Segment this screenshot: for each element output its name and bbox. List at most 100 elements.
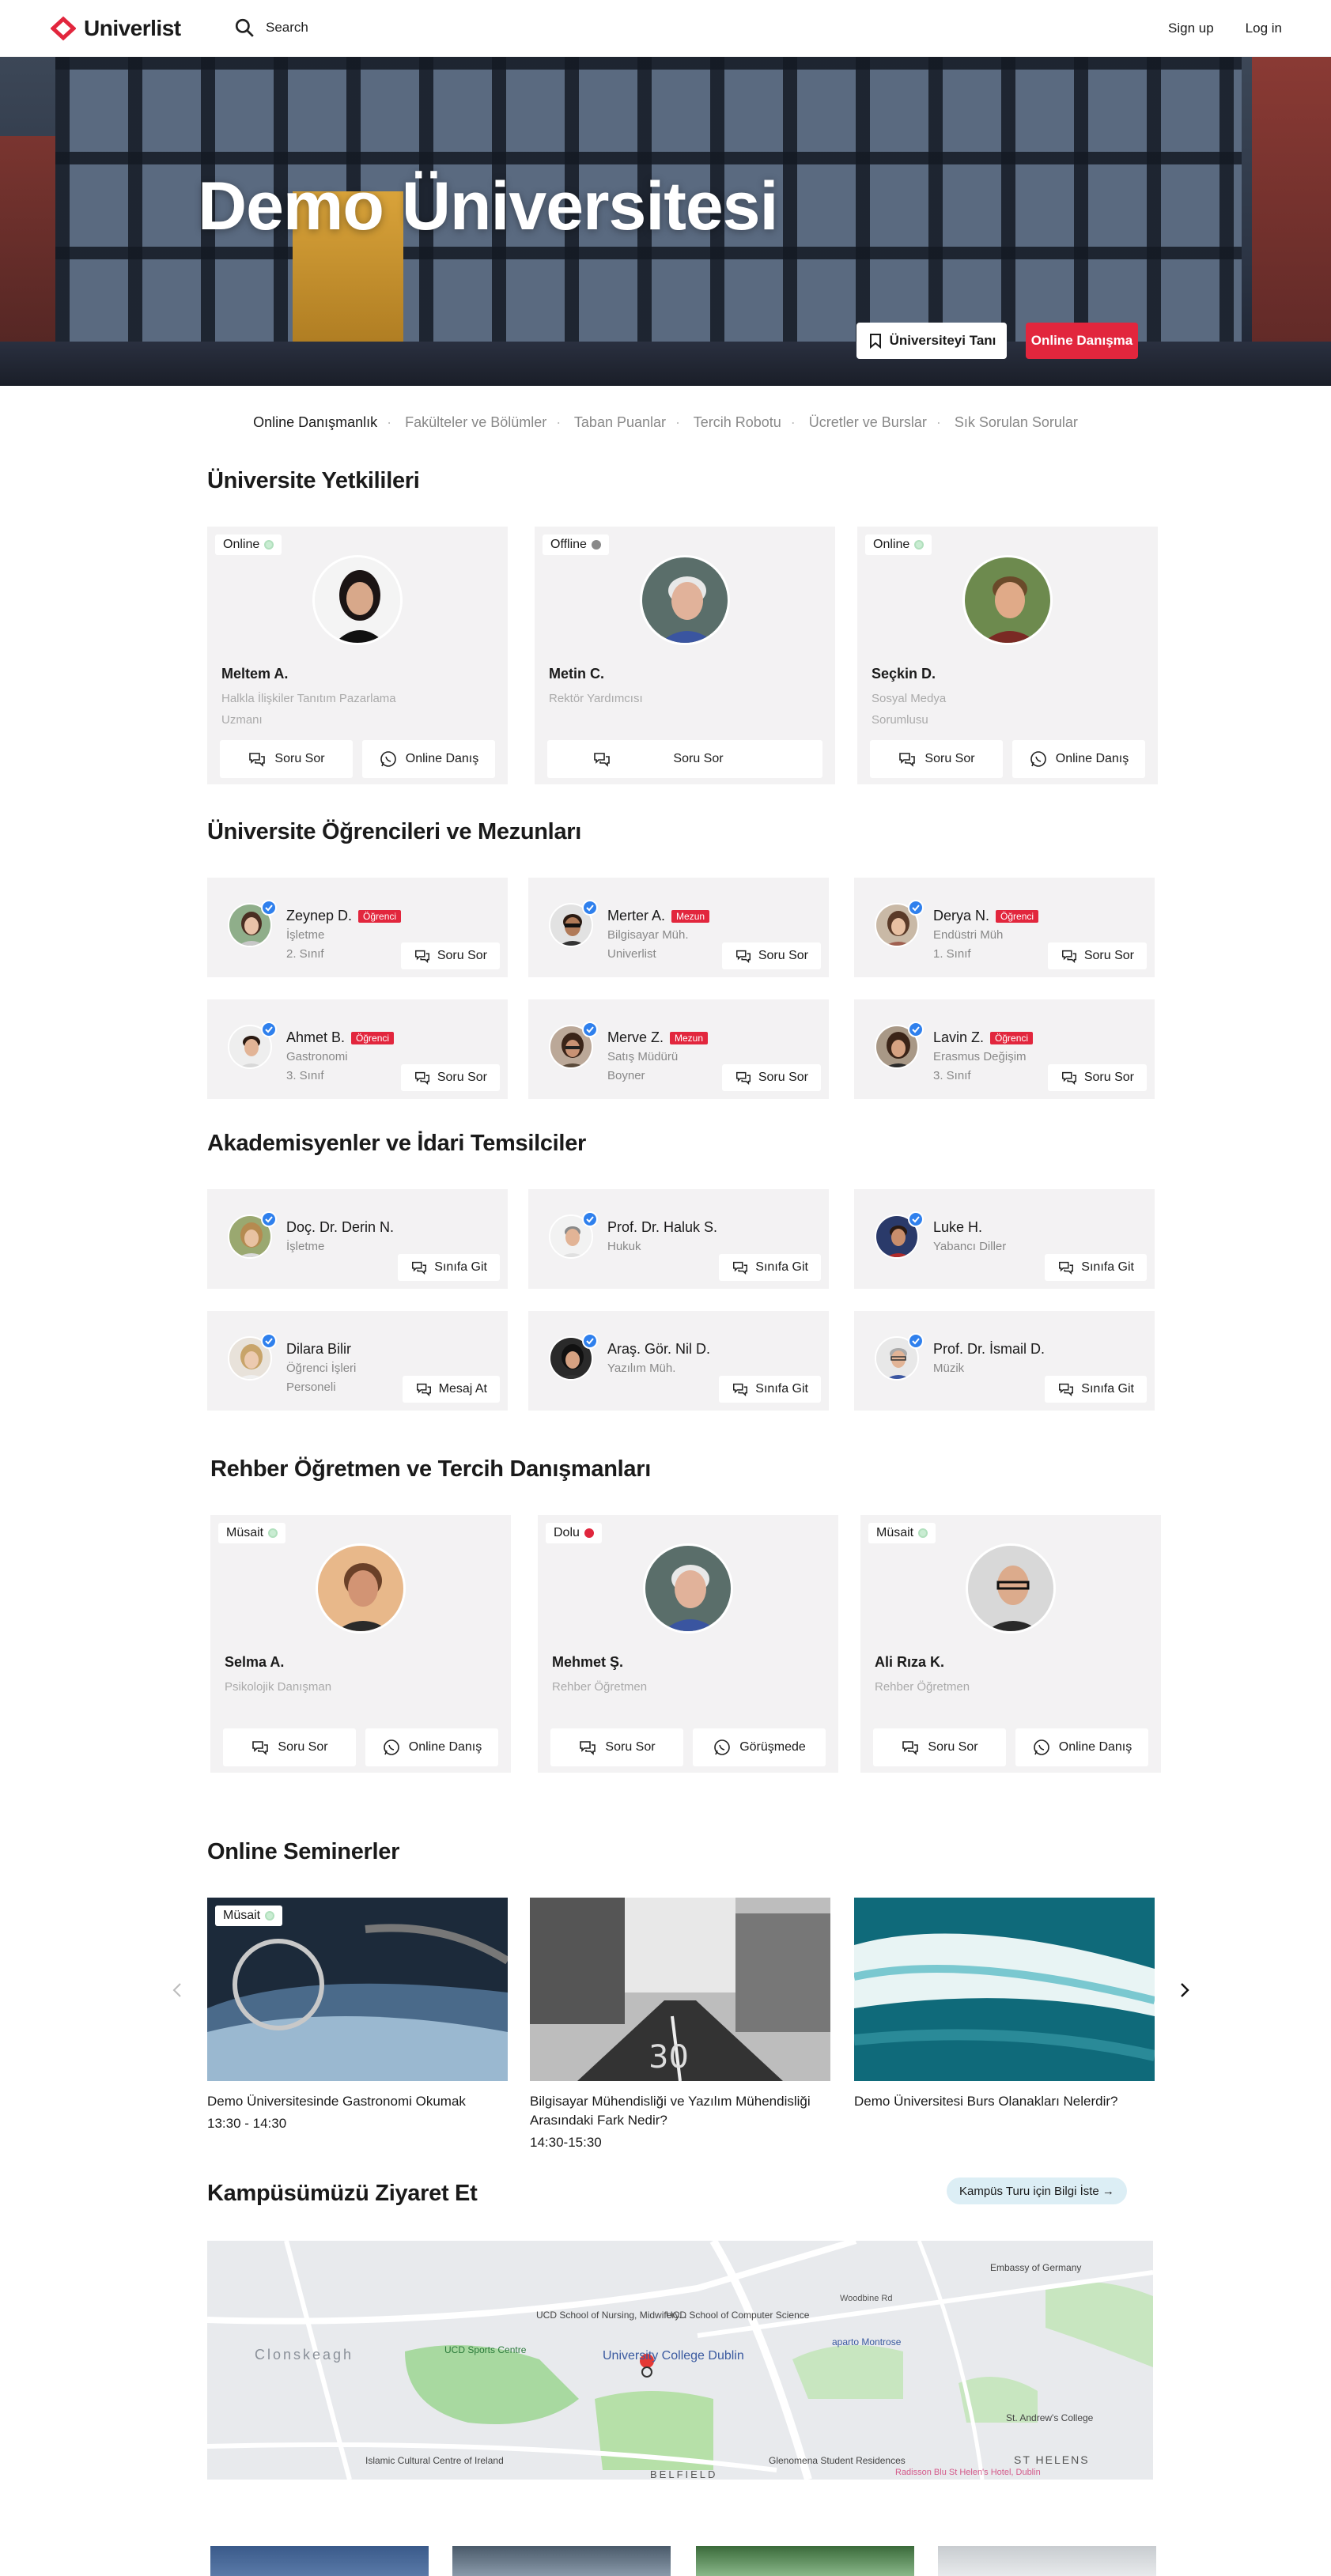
ask-question-button[interactable]: Soru Sor <box>721 1064 821 1091</box>
ask-question-button[interactable]: Soru Sor <box>223 1728 356 1766</box>
subnav-faq[interactable]: Sık Sorulan Sorular <box>955 414 1078 430</box>
seminar-title[interactable]: Bilgisayar Mühendisliği ve Yazılım Mühen… <box>530 2092 830 2130</box>
subnav-separator: · <box>936 414 941 430</box>
person-name-row: Ahmet B. Öğrenci <box>286 1029 395 1046</box>
go-to-class-button[interactable]: Sınıfa Git <box>719 1376 821 1403</box>
login-link[interactable]: Log in <box>1246 21 1282 36</box>
gallery-thumbnail[interactable] <box>938 2546 1156 2576</box>
seminar-thumbnail[interactable]: 30 <box>530 1898 830 2081</box>
campus-tour-info-button[interactable]: Kampüs Turu için Bilgi İste → <box>947 2178 1127 2204</box>
map-label-aparto: aparto Montrose <box>832 2336 902 2347</box>
ask-question-button[interactable]: Soru Sor <box>550 1728 683 1766</box>
student-card: Ahmet B. Öğrenci Gastronomi 3. Sınıf Soru… <box>207 999 508 1099</box>
search-icon <box>235 18 254 37</box>
subnav-base-scores[interactable]: Taban Puanlar <box>574 414 666 430</box>
verified-check-icon <box>908 1022 924 1037</box>
ask-question-button[interactable]: Soru Sor <box>873 1728 1006 1766</box>
online-dot-icon <box>914 540 925 550</box>
ask-question-label: Soru Sor <box>758 949 808 962</box>
ask-question-button[interactable]: Soru Sor <box>400 942 500 969</box>
person-role: Psikolojik Danışman <box>225 1680 332 1694</box>
in-meeting-button[interactable]: Görüşmede <box>693 1728 826 1766</box>
online-consult-button[interactable]: Online Danış <box>1015 1728 1148 1766</box>
avatar <box>966 1543 1056 1634</box>
verified-check-icon <box>582 1022 598 1037</box>
gallery-thumbnail[interactable] <box>696 2546 914 2576</box>
academic-card: Prof. Dr. Haluk S. Hukuk Sınıfa Git <box>528 1189 829 1289</box>
go-to-class-button[interactable]: Sınıfa Git <box>719 1254 821 1281</box>
univerlist-logo[interactable]: Univerlist <box>50 16 181 41</box>
subnav-faculties[interactable]: Fakülteler ve Bölümler <box>405 414 546 430</box>
student-card: Merve Z. Mezun Satış Müdürü Boyner Soru S… <box>528 999 829 1099</box>
seminar-thumbnail[interactable] <box>854 1898 1155 2081</box>
graduate-tag-badge: Mezun <box>671 910 710 924</box>
ask-question-button[interactable]: Soru Sor <box>220 740 353 778</box>
ask-question-button[interactable]: Soru Sor <box>547 740 822 778</box>
person-year: 1. Sınıf <box>933 947 971 961</box>
status-label: Online <box>873 538 910 551</box>
map-label-belfield: BELFIELD <box>650 2468 717 2480</box>
subnav-online-consulting[interactable]: Online Danışmanlık <box>253 414 377 430</box>
map-label-woodbine: Woodbine Rd <box>840 2294 892 2303</box>
ask-question-label: Soru Sor <box>437 1071 487 1084</box>
person-role: Rektör Yardımcısı <box>549 692 643 705</box>
academic-card: Araş. Gör. Nil D. Yazılım Müh. Sınıfa Gi… <box>528 1311 829 1411</box>
ask-question-button[interactable]: Soru Sor <box>1047 942 1147 969</box>
online-consult-label: Online Danış <box>408 1740 482 1754</box>
person-role: Rehber Öğretmen <box>875 1680 970 1694</box>
subnav-preference-robot[interactable]: Tercih Robotu <box>694 414 781 430</box>
official-card: Online Seçkin D. Sosyal Medya Sorumlusu … <box>857 527 1158 784</box>
person-department: Bilgisayar Müh. <box>607 928 689 942</box>
subnav-fees-scholarships[interactable]: Ücretler ve Burslar <box>809 414 927 430</box>
signup-link[interactable]: Sign up <box>1168 21 1214 36</box>
ask-question-button[interactable]: Soru Sor <box>870 740 1003 778</box>
gallery-thumbnail[interactable] <box>210 2546 429 2576</box>
online-consult-button[interactable]: Online Danışma <box>1026 323 1138 359</box>
status-badge: Müsait <box>215 1906 283 1926</box>
ask-question-label: Soru Sor <box>1083 1071 1134 1084</box>
person-role: Sosyal Medya Sorumlusu <box>872 692 947 727</box>
carousel-prev-button[interactable] <box>166 1978 190 2002</box>
person-name-row: Derya N. Öğrenci <box>933 908 1039 924</box>
map-label-clonskeagh: Clonskeagh <box>255 2347 354 2363</box>
carousel-next-button[interactable] <box>1172 1978 1196 2002</box>
gallery-thumbnail[interactable] <box>452 2546 671 2576</box>
ask-question-label: Soru Sor <box>928 1740 978 1754</box>
ask-question-label: Soru Sor <box>673 752 724 765</box>
online-consult-button[interactable]: Online Danış <box>1012 740 1145 778</box>
person-name-row: Merter A. Mezun <box>607 908 710 924</box>
person-year: 2. Sınıf <box>286 947 324 961</box>
know-university-button[interactable]: Üniversiteyi Tanı <box>856 323 1007 359</box>
go-to-class-button[interactable]: Sınıfa Git <box>1045 1254 1147 1281</box>
ask-question-button[interactable]: Soru Sor <box>721 942 821 969</box>
ask-question-label: Soru Sor <box>605 1740 656 1754</box>
online-consult-button[interactable]: Online Danış <box>365 1728 498 1766</box>
seminar-title[interactable]: Demo Üniversitesi Burs Olanakları Nelerd… <box>854 2092 1155 2111</box>
map-label-glenomena: Glenomena Student Residences <box>769 2455 906 2466</box>
chat-bubbles-icon <box>252 1741 269 1755</box>
person-name: Metin C. <box>549 666 604 682</box>
status-label: Müsait <box>226 1526 264 1539</box>
chat-bubbles-icon <box>735 950 751 964</box>
send-message-button[interactable]: Mesaj At <box>402 1376 500 1403</box>
campus-map[interactable]: UCD School of Nursing, Midwifery... UCD … <box>207 2241 1153 2480</box>
busy-dot-icon <box>584 1528 594 1538</box>
whatsapp-icon <box>714 1739 731 1755</box>
ask-question-button[interactable]: Soru Sor <box>400 1064 500 1091</box>
seminar-thumbnail[interactable]: Müsait <box>207 1898 508 2081</box>
search-box[interactable]: Search <box>234 17 308 38</box>
chat-bubbles-icon <box>1059 1383 1074 1397</box>
online-consult-button[interactable]: Online Danış <box>362 740 495 778</box>
person-year: 3. Sınıf <box>286 1069 324 1082</box>
go-to-class-button[interactable]: Sınıfa Git <box>398 1254 500 1281</box>
graduate-tag-badge: Mezun <box>670 1032 709 1045</box>
subnav-separator: · <box>387 414 392 430</box>
go-to-class-button[interactable]: Sınıfa Git <box>1045 1376 1147 1403</box>
ask-question-button[interactable]: Soru Sor <box>1047 1064 1147 1091</box>
counselors-section-title: Rehber Öğretmen ve Tercih Danışmanları <box>210 1456 651 1482</box>
academic-card: Luke H. Yabancı Diller Sınıfa Git <box>854 1189 1155 1289</box>
chat-bubbles-icon <box>416 1383 431 1397</box>
go-to-class-label: Sınıfa Git <box>755 1382 808 1396</box>
hero-banner: Demo Üniversitesi Üniversiteyi Tanı Onli… <box>0 57 1331 386</box>
seminar-title[interactable]: Demo Üniversitesinde Gastronomi Okumak <box>207 2092 508 2111</box>
